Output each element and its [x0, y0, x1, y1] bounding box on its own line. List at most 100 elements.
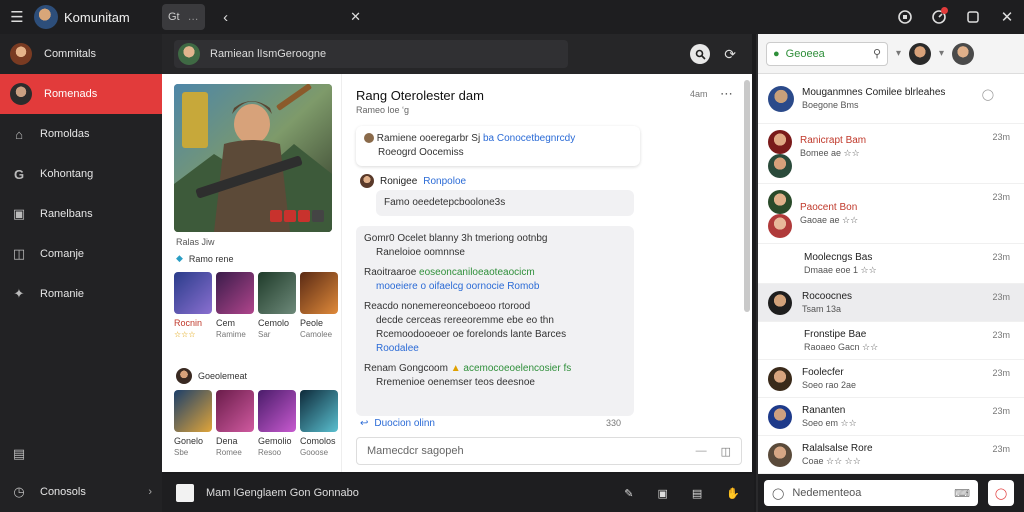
- contacts-search[interactable]: ● Geoeea ⚲: [766, 41, 888, 66]
- top-bar: ☰ Komunitam Gt … ‹ ✕ ✕: [0, 0, 1024, 34]
- sidebar-item-comanje[interactable]: ◫ Comanje: [0, 234, 162, 274]
- message-line: Ramiene ooeregarbr Sj ba Conocetbegnrcdy: [364, 132, 632, 146]
- avatar[interactable]: [909, 42, 932, 65]
- thumb-sub: Resoo: [258, 448, 282, 457]
- sidebar-item-romoldas[interactable]: ⌂ Romoldas: [0, 114, 162, 154]
- pen-icon[interactable]: ✎: [624, 487, 633, 500]
- thumbnail: [300, 272, 338, 314]
- maximize-icon[interactable]: [956, 0, 990, 34]
- thumb-sub: ☆☆☆: [174, 330, 196, 339]
- message-4[interactable]: Raoitraaroe eoseoncaniloeaoteaocicm mooe…: [364, 266, 626, 294]
- sidebar-item-label: Kohontang: [40, 168, 94, 180]
- composer-input[interactable]: Mamecdcr sagopeh: [367, 445, 696, 457]
- message-link[interactable]: oifaelcg oornocie Romob: [429, 281, 540, 292]
- conversation-item-selected[interactable]: Rocoocnes Tsam 13a 23m: [758, 284, 1024, 322]
- emoji-icon[interactable]: —: [696, 445, 707, 457]
- conversation-name: Rocoocnes: [802, 290, 853, 302]
- message-link[interactable]: eoseoncaniloeaoteaocicm: [419, 267, 535, 278]
- conversation-item[interactable]: Rananten Soeo em ☆☆ 23m: [758, 398, 1024, 436]
- thumb-item[interactable]: Gonelo Sbe: [174, 390, 212, 458]
- chevron-down-icon[interactable]: ▾: [939, 48, 944, 59]
- thumb-item[interactable]: Cem Ramime: [216, 272, 254, 340]
- more-icon[interactable]: ⋯: [720, 86, 733, 102]
- search-icon[interactable]: ⚲: [873, 47, 881, 60]
- tab-active[interactable]: Gt …: [162, 4, 205, 30]
- channel-search[interactable]: Ramiean lIsmGeroogne: [174, 40, 568, 68]
- conversation-time: 23m: [992, 132, 1010, 142]
- conversation-item[interactable]: Mouganmnes Comilee blrleahes Boegone Bms …: [758, 74, 1024, 124]
- thumb-item[interactable]: Peole Camolee: [300, 272, 338, 340]
- sidebar-item-romenads[interactable]: Romenads: [0, 74, 162, 114]
- message-link[interactable]: Roodalee: [364, 342, 626, 356]
- thumb-sub: Romee: [216, 448, 242, 457]
- message-link[interactable]: mooeiere o: [376, 281, 426, 292]
- thumb-item[interactable]: Dena Romee: [216, 390, 254, 458]
- avatar[interactable]: [952, 42, 975, 65]
- message-link[interactable]: ba Conocetbegnrcdy: [483, 133, 575, 144]
- close-window-icon[interactable]: ✕: [990, 0, 1024, 34]
- sidebar-item-help[interactable]: ▤: [0, 436, 162, 472]
- conversation-item[interactable]: Ralalsalse Rore Coae ☆☆ ☆☆ 23m: [758, 436, 1024, 474]
- conversation-item[interactable]: Moolecngs Bas Dmaae eoe 1 ☆☆ 23m: [758, 244, 1024, 284]
- quick-message-input[interactable]: ◯ Nedementeoa ⌨: [764, 480, 978, 506]
- conversation-item[interactable]: Fronstipe Bae Raoaeo Gacn ☆☆ 23m: [758, 322, 1024, 360]
- sidebar-item-conosols[interactable]: ◷ Conosols ›: [0, 472, 162, 512]
- thumb-item[interactable]: Gemolio Resoo: [258, 390, 296, 458]
- message-link[interactable]: Ronpoloe: [423, 176, 466, 187]
- conversation-item[interactable]: Paocent Bon Gaoae ae ☆☆ 23m: [758, 184, 1024, 244]
- sidebar-item-kohontang[interactable]: G Kohontang: [0, 154, 162, 194]
- chat-icon[interactable]: [888, 0, 922, 34]
- message-7[interactable]: ↩ Duocion olinn: [360, 418, 435, 429]
- scrollbar[interactable]: [744, 80, 750, 312]
- avatar: [364, 133, 374, 144]
- sidebar-item-commitals[interactable]: Commitals: [0, 34, 162, 74]
- message-link[interactable]: acemocoeoelencosier fs: [463, 363, 571, 374]
- thumb-sub: Sbe: [174, 448, 189, 457]
- conversation-name: Mouganmnes Comilee blrleahes: [802, 86, 946, 98]
- save-icon[interactable]: ▣: [657, 487, 667, 500]
- file-icon[interactable]: [176, 484, 194, 502]
- star-icon: ✦: [13, 286, 25, 301]
- close-tab-icon[interactable]: ✕: [339, 0, 373, 34]
- thumb-item[interactable]: Rocnin ☆☆☆: [174, 272, 212, 340]
- message-5[interactable]: Reacdo nonemereonceboeoo rtorood decde c…: [364, 300, 626, 356]
- notification-icon[interactable]: [922, 0, 956, 34]
- message-text: Raoitraaroe: [364, 267, 417, 278]
- alert-button[interactable]: ◯: [988, 480, 1014, 506]
- menu-icon[interactable]: ☰: [0, 0, 34, 34]
- refresh-icon[interactable]: ⟳: [724, 46, 736, 63]
- sidebar-item-romanie[interactable]: ✦ Romanie: [0, 274, 162, 314]
- thumbnail: [216, 390, 254, 432]
- gallery-tag: ◆ Ramo rene: [176, 253, 233, 264]
- thumb-item[interactable]: Cemolo Sar: [258, 272, 296, 340]
- chevron-down-icon[interactable]: ▾: [896, 48, 901, 59]
- back-icon[interactable]: ‹: [209, 0, 243, 34]
- message-3[interactable]: Gomr0 Ocelet blanny 3h tmeriong ootnbg R…: [364, 232, 626, 260]
- search-icon[interactable]: [690, 44, 711, 64]
- channel-search-text: Ramiean lIsmGeroogne: [210, 48, 327, 60]
- book-icon[interactable]: ▤: [692, 487, 702, 500]
- message-composer[interactable]: Mamecdcr sagopeh — ◫: [356, 437, 742, 465]
- attach-icon[interactable]: ◫: [721, 445, 731, 458]
- conversation-name: Foolecfer: [802, 366, 844, 378]
- avatar: [10, 43, 32, 65]
- sidebar-item-ranelbans[interactable]: ▣ Ranelbans: [0, 194, 162, 234]
- message-2[interactable]: Famo oeedetepcboolone3s: [376, 190, 634, 216]
- hand-icon[interactable]: ✋: [726, 487, 740, 500]
- keyboard-icon[interactable]: ⌨: [954, 487, 970, 500]
- reply-icon: ↩: [360, 418, 369, 429]
- message-1[interactable]: Ramiene ooeregarbr Sj ba Conocetbegnrcdy…: [356, 126, 640, 166]
- thumb-name: Comolos: [300, 436, 336, 446]
- message-6[interactable]: Renam Gongcoom ▲ acemocoeoelencosier fs …: [364, 362, 626, 390]
- media-gallery: Ralas Jiw ◆ Ramo rene Rocnin ☆☆☆ Cem Ram…: [162, 74, 342, 472]
- conversation-preview: Bomee ae ☆☆: [800, 148, 860, 158]
- thumb-item[interactable]: Comolos Gooose: [300, 390, 338, 458]
- hero-image[interactable]: [174, 84, 332, 232]
- conversation-item[interactable]: Ranicrapt Bam Bomee ae ☆☆ 23m: [758, 124, 1024, 184]
- thumb-name: Peole: [300, 318, 324, 328]
- conversation-item[interactable]: Foolecfer Soeo rao 2ae 23m: [758, 360, 1024, 398]
- conversation-preview: Gaoae ae ☆☆: [800, 214, 859, 225]
- message-link[interactable]: Duocion olinn: [374, 418, 435, 429]
- message-meta: 330: [606, 418, 622, 428]
- conversation-name: Ralalsalse Rore: [802, 442, 873, 454]
